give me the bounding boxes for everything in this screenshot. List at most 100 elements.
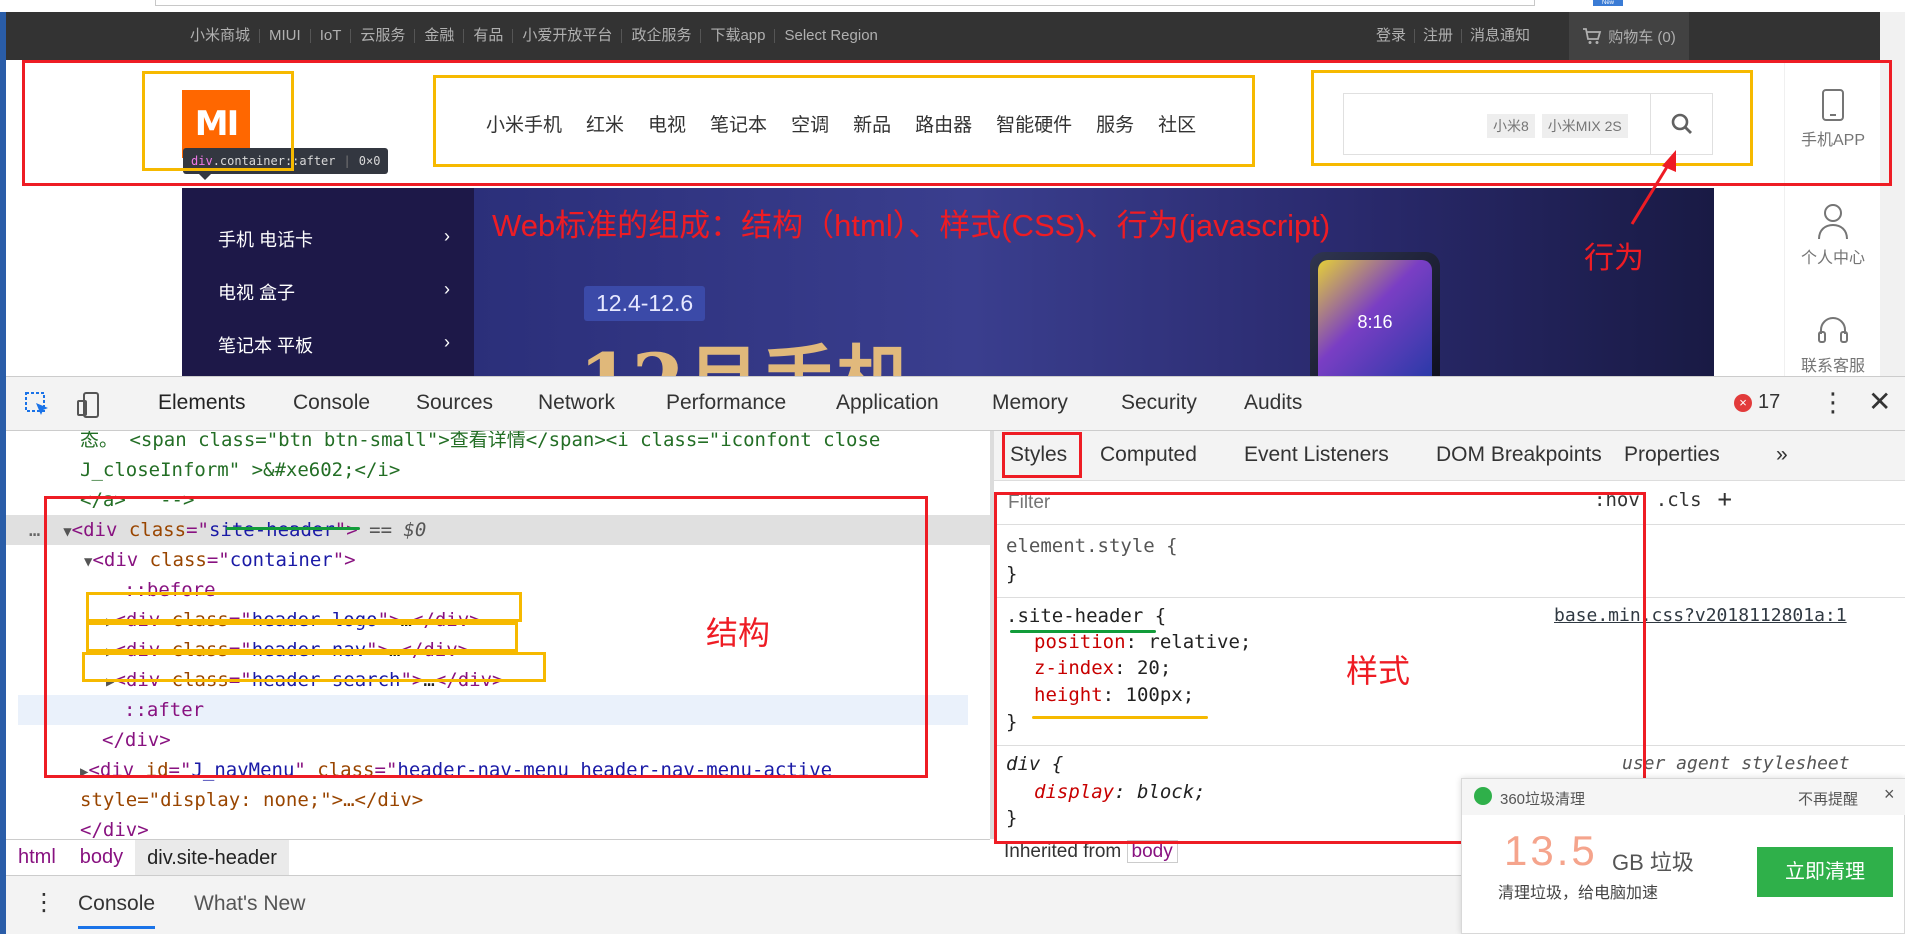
search-box[interactable]: 小米8 小米MIX 2S (1343, 93, 1713, 155)
hov-toggle[interactable]: :hov (1594, 489, 1640, 511)
sidebar-service[interactable]: 联系客服 (1785, 314, 1881, 376)
dom-close-tag[interactable]: </div> (102, 725, 990, 755)
dom-pseudo-before[interactable]: ::before (124, 575, 990, 605)
chevron-right-icon: › (444, 279, 450, 299)
sidebar-user[interactable]: 个人中心 (1785, 202, 1881, 268)
dom-node-header-logo[interactable]: ▶<div class="header-logo">…</div> (106, 605, 990, 635)
dom-comment-line[interactable]: 态。 <span class="btn btn-small">查看详情</spa… (80, 431, 990, 455)
sidebar-app[interactable]: 手机APP (1785, 88, 1881, 150)
breadcrumb-item[interactable]: html (6, 846, 68, 869)
tab-elements[interactable]: Elements (158, 391, 246, 415)
dom-comment-line[interactable]: </a> --> (80, 485, 990, 515)
drawer-tab-whats-new[interactable]: What's New (194, 892, 305, 916)
nav-item[interactable]: 服务 (1096, 110, 1134, 137)
tab-dom-breakpoints[interactable]: DOM Breakpoints (1436, 443, 1602, 467)
add-rule-icon[interactable]: + (1718, 487, 1732, 511)
more-options-icon[interactable]: ⋮ (1820, 387, 1846, 418)
more-tabs-icon[interactable]: » (1776, 443, 1788, 467)
topbar-link[interactable]: 下载app (701, 28, 776, 43)
login-link[interactable]: 登录 (1368, 28, 1416, 43)
tab-performance[interactable]: Performance (666, 391, 786, 415)
css-declaration[interactable]: height: 100px; (1034, 684, 1194, 706)
styles-filter-input[interactable] (1002, 487, 1570, 519)
popup-dismiss[interactable]: 不再提醒 (1798, 788, 1858, 809)
topbar-user-links: 登录 注册 消息通知 (1368, 12, 1538, 60)
topbar-link[interactable]: 云服务 (351, 28, 416, 43)
clean-now-button[interactable]: 立即清理 (1757, 847, 1893, 897)
elements-tree: 态。 <span class="btn btn-small">查看详情</spa… (6, 431, 990, 839)
category-item[interactable]: 电视 盒子 › (218, 279, 450, 305)
search-button[interactable] (1650, 94, 1712, 154)
dom-node-header-search[interactable]: ▶<div class="header-search">…</div> (106, 665, 990, 695)
css-declaration[interactable]: z-index: 20; (1034, 657, 1171, 679)
topbar-link[interactable]: 政企服务 (622, 28, 702, 43)
nav-item[interactable]: 新品 (853, 110, 891, 137)
user-icon (1818, 204, 1848, 240)
dom-node-navmenu[interactable]: ▶<div id="J_navMenu" class="header-nav-m… (80, 755, 990, 785)
close-icon[interactable]: × (1884, 784, 1895, 805)
tab-event-listeners[interactable]: Event Listeners (1244, 443, 1389, 467)
error-counter[interactable]: × 17 (1734, 391, 1780, 414)
dom-comment-line[interactable]: J_closeInform" >&#xe602;</i> (80, 455, 990, 485)
nav-item[interactable]: 空调 (791, 110, 829, 137)
tab-computed[interactable]: Computed (1100, 443, 1197, 467)
address-bar[interactable] (155, 0, 1535, 6)
topbar-link[interactable]: Select Region (775, 28, 886, 43)
ua-div-rule[interactable]: div { (1006, 753, 1063, 775)
nav-item[interactable]: 路由器 (915, 110, 972, 137)
nav-item[interactable]: 笔记本 (710, 110, 767, 137)
breadcrumb-item[interactable]: body (68, 846, 135, 869)
nav-item[interactable]: 智能硬件 (996, 110, 1072, 137)
topbar-link[interactable]: IoT (311, 28, 352, 43)
inspect-tooltip: div .container::after | 0×0 (183, 148, 389, 180)
drawer-menu-icon[interactable]: ⋮ (32, 888, 56, 917)
inspect-icon[interactable] (24, 391, 52, 419)
device-toggle-icon[interactable] (76, 391, 104, 419)
tab-audits[interactable]: Audits (1244, 391, 1302, 415)
tab-security[interactable]: Security (1121, 391, 1197, 415)
styles-filter-row: :hov .cls + (994, 481, 1905, 525)
category-item[interactable]: 手机 电话卡 › (218, 226, 450, 252)
dom-pseudo-after[interactable]: ::after (18, 695, 968, 725)
css-declaration[interactable]: position: relative; (1034, 631, 1251, 653)
tab-sources[interactable]: Sources (416, 391, 493, 415)
tab-console[interactable]: Console (293, 391, 370, 415)
nav-item[interactable]: 小米手机 (486, 110, 562, 137)
topbar-link[interactable]: MIUI (260, 28, 311, 43)
cls-toggle[interactable]: .cls (1656, 489, 1702, 511)
dom-close-tag[interactable]: </div> (80, 815, 990, 839)
nav-item[interactable]: 社区 (1158, 110, 1196, 137)
site-header-rule[interactable]: .site-header { (1006, 605, 1166, 627)
hot-word[interactable]: 小米8 (1487, 114, 1535, 138)
tooltip-tag: div (191, 154, 213, 168)
messages-link[interactable]: 消息通知 (1462, 28, 1538, 43)
dom-node-header-nav[interactable]: ▶<div class="header-nav">…</div> (106, 635, 990, 665)
topbar-link[interactable]: 有品 (464, 28, 514, 43)
topbar-link[interactable]: 金融 (415, 28, 465, 43)
register-link[interactable]: 注册 (1415, 28, 1463, 43)
stylesheet-link[interactable]: base.min.css?v2018112801a:1 (1554, 605, 1847, 626)
element-style-rule[interactable]: element.style { (1006, 535, 1178, 557)
dom-node-container[interactable]: ▼<div class="container"> (84, 545, 990, 575)
site-topbar: 小米商城 MIUI IoT 云服务 金融 有品 小爱开放平台 政企服务 下载ap… (6, 12, 1880, 60)
category-item[interactable]: 笔记本 平板 › (218, 332, 450, 358)
topbar-link[interactable]: 小米商城 (181, 28, 261, 43)
hot-word[interactable]: 小米MIX 2S (1541, 114, 1628, 138)
tab-memory[interactable]: Memory (992, 391, 1068, 415)
inherited-tag[interactable]: body (1126, 840, 1178, 863)
page-scrollbar[interactable] (1880, 12, 1905, 376)
tab-properties[interactable]: Properties (1624, 443, 1720, 467)
cart-button[interactable]: 购物车 (0) (1569, 12, 1689, 60)
topbar-link[interactable]: 小爱开放平台 (513, 28, 623, 43)
tab-styles[interactable]: Styles (1010, 443, 1067, 467)
nav-item[interactable]: 红米 (586, 110, 624, 137)
dom-node-site-header[interactable]: … ▼<div class="site-header"> == $0 (6, 515, 990, 545)
tab-network[interactable]: Network (538, 391, 615, 415)
nav-item[interactable]: 电视 (648, 110, 686, 137)
tab-application[interactable]: Application (836, 391, 939, 415)
close-icon[interactable]: ✕ (1868, 385, 1891, 418)
breadcrumb-current[interactable]: div.site-header (135, 839, 289, 876)
dom-style-attr-line[interactable]: style="display: none;">…</div> (80, 785, 990, 815)
drawer-tab-console[interactable]: Console (78, 892, 156, 929)
css-declaration[interactable]: display: block; (1034, 781, 1206, 803)
